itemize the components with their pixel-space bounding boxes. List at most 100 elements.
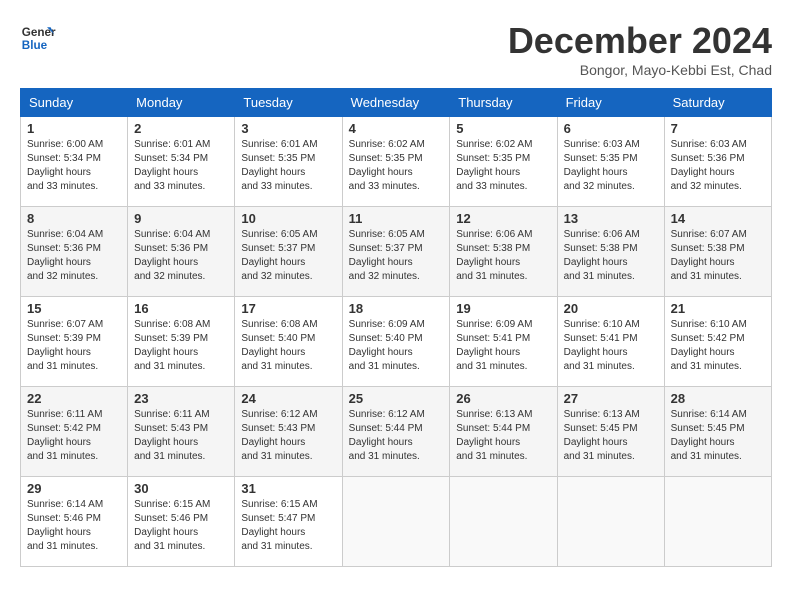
day-info: Sunrise: 6:12 AM Sunset: 5:43 PM Dayligh… xyxy=(241,408,335,464)
calendar-cell: 27 Sunrise: 6:13 AM Sunset: 5:45 PM Dayl… xyxy=(557,387,664,477)
day-number: 13 xyxy=(564,211,658,226)
header-monday: Monday xyxy=(128,89,235,117)
calendar-cell: 7 Sunrise: 6:03 AM Sunset: 5:36 PM Dayli… xyxy=(664,117,771,207)
day-info: Sunrise: 6:15 AM Sunset: 5:46 PM Dayligh… xyxy=(134,498,228,554)
day-number: 8 xyxy=(27,211,121,226)
day-number: 10 xyxy=(241,211,335,226)
day-info: Sunrise: 6:09 AM Sunset: 5:41 PM Dayligh… xyxy=(456,318,550,374)
day-info: Sunrise: 6:13 AM Sunset: 5:45 PM Dayligh… xyxy=(564,408,658,464)
calendar-cell: 2 Sunrise: 6:01 AM Sunset: 5:34 PM Dayli… xyxy=(128,117,235,207)
header-friday: Friday xyxy=(557,89,664,117)
day-number: 23 xyxy=(134,391,228,406)
day-info: Sunrise: 6:11 AM Sunset: 5:42 PM Dayligh… xyxy=(27,408,121,464)
calendar-week-1: 1 Sunrise: 6:00 AM Sunset: 5:34 PM Dayli… xyxy=(21,117,772,207)
location-title: Bongor, Mayo-Kebbi Est, Chad xyxy=(508,62,772,78)
calendar-cell: 26 Sunrise: 6:13 AM Sunset: 5:44 PM Dayl… xyxy=(450,387,557,477)
calendar-cell xyxy=(342,477,450,567)
calendar-cell xyxy=(450,477,557,567)
day-info: Sunrise: 6:02 AM Sunset: 5:35 PM Dayligh… xyxy=(456,138,550,194)
day-number: 29 xyxy=(27,481,121,496)
day-info: Sunrise: 6:14 AM Sunset: 5:46 PM Dayligh… xyxy=(27,498,121,554)
day-number: 27 xyxy=(564,391,658,406)
calendar-cell: 3 Sunrise: 6:01 AM Sunset: 5:35 PM Dayli… xyxy=(235,117,342,207)
calendar-week-3: 15 Sunrise: 6:07 AM Sunset: 5:39 PM Dayl… xyxy=(21,297,772,387)
calendar-cell: 5 Sunrise: 6:02 AM Sunset: 5:35 PM Dayli… xyxy=(450,117,557,207)
logo: General Blue xyxy=(20,20,56,56)
calendar-table: SundayMondayTuesdayWednesdayThursdayFrid… xyxy=(20,88,772,567)
day-number: 24 xyxy=(241,391,335,406)
calendar-cell: 4 Sunrise: 6:02 AM Sunset: 5:35 PM Dayli… xyxy=(342,117,450,207)
calendar-cell: 21 Sunrise: 6:10 AM Sunset: 5:42 PM Dayl… xyxy=(664,297,771,387)
logo-icon: General Blue xyxy=(20,20,56,56)
day-number: 28 xyxy=(671,391,765,406)
calendar-cell: 9 Sunrise: 6:04 AM Sunset: 5:36 PM Dayli… xyxy=(128,207,235,297)
day-number: 15 xyxy=(27,301,121,316)
header-saturday: Saturday xyxy=(664,89,771,117)
day-number: 22 xyxy=(27,391,121,406)
day-info: Sunrise: 6:08 AM Sunset: 5:39 PM Dayligh… xyxy=(134,318,228,374)
day-number: 26 xyxy=(456,391,550,406)
day-number: 21 xyxy=(671,301,765,316)
day-number: 1 xyxy=(27,121,121,136)
calendar-cell: 19 Sunrise: 6:09 AM Sunset: 5:41 PM Dayl… xyxy=(450,297,557,387)
day-info: Sunrise: 6:09 AM Sunset: 5:40 PM Dayligh… xyxy=(349,318,444,374)
day-number: 7 xyxy=(671,121,765,136)
calendar-cell: 11 Sunrise: 6:05 AM Sunset: 5:37 PM Dayl… xyxy=(342,207,450,297)
day-info: Sunrise: 6:03 AM Sunset: 5:35 PM Dayligh… xyxy=(564,138,658,194)
calendar-cell: 20 Sunrise: 6:10 AM Sunset: 5:41 PM Dayl… xyxy=(557,297,664,387)
day-number: 31 xyxy=(241,481,335,496)
day-info: Sunrise: 6:13 AM Sunset: 5:44 PM Dayligh… xyxy=(456,408,550,464)
day-number: 4 xyxy=(349,121,444,136)
calendar-header-row: SundayMondayTuesdayWednesdayThursdayFrid… xyxy=(21,89,772,117)
day-info: Sunrise: 6:03 AM Sunset: 5:36 PM Dayligh… xyxy=(671,138,765,194)
calendar-cell: 18 Sunrise: 6:09 AM Sunset: 5:40 PM Dayl… xyxy=(342,297,450,387)
day-number: 2 xyxy=(134,121,228,136)
calendar-cell: 13 Sunrise: 6:06 AM Sunset: 5:38 PM Dayl… xyxy=(557,207,664,297)
day-number: 16 xyxy=(134,301,228,316)
calendar-cell: 16 Sunrise: 6:08 AM Sunset: 5:39 PM Dayl… xyxy=(128,297,235,387)
day-number: 5 xyxy=(456,121,550,136)
calendar-cell: 6 Sunrise: 6:03 AM Sunset: 5:35 PM Dayli… xyxy=(557,117,664,207)
day-info: Sunrise: 6:02 AM Sunset: 5:35 PM Dayligh… xyxy=(349,138,444,194)
calendar-cell: 14 Sunrise: 6:07 AM Sunset: 5:38 PM Dayl… xyxy=(664,207,771,297)
day-info: Sunrise: 6:07 AM Sunset: 5:38 PM Dayligh… xyxy=(671,228,765,284)
day-info: Sunrise: 6:00 AM Sunset: 5:34 PM Dayligh… xyxy=(27,138,121,194)
day-number: 17 xyxy=(241,301,335,316)
day-number: 18 xyxy=(349,301,444,316)
calendar-week-4: 22 Sunrise: 6:11 AM Sunset: 5:42 PM Dayl… xyxy=(21,387,772,477)
svg-text:Blue: Blue xyxy=(22,39,48,52)
page-header: General Blue December 2024 Bongor, Mayo-… xyxy=(20,20,772,78)
day-info: Sunrise: 6:10 AM Sunset: 5:42 PM Dayligh… xyxy=(671,318,765,374)
day-info: Sunrise: 6:06 AM Sunset: 5:38 PM Dayligh… xyxy=(564,228,658,284)
day-number: 20 xyxy=(564,301,658,316)
day-number: 9 xyxy=(134,211,228,226)
calendar-cell: 10 Sunrise: 6:05 AM Sunset: 5:37 PM Dayl… xyxy=(235,207,342,297)
header-wednesday: Wednesday xyxy=(342,89,450,117)
day-number: 14 xyxy=(671,211,765,226)
day-number: 11 xyxy=(349,211,444,226)
day-number: 19 xyxy=(456,301,550,316)
day-info: Sunrise: 6:05 AM Sunset: 5:37 PM Dayligh… xyxy=(241,228,335,284)
day-info: Sunrise: 6:12 AM Sunset: 5:44 PM Dayligh… xyxy=(349,408,444,464)
calendar-cell: 31 Sunrise: 6:15 AM Sunset: 5:47 PM Dayl… xyxy=(235,477,342,567)
calendar-week-2: 8 Sunrise: 6:04 AM Sunset: 5:36 PM Dayli… xyxy=(21,207,772,297)
day-info: Sunrise: 6:07 AM Sunset: 5:39 PM Dayligh… xyxy=(27,318,121,374)
day-info: Sunrise: 6:04 AM Sunset: 5:36 PM Dayligh… xyxy=(134,228,228,284)
day-info: Sunrise: 6:04 AM Sunset: 5:36 PM Dayligh… xyxy=(27,228,121,284)
calendar-cell: 28 Sunrise: 6:14 AM Sunset: 5:45 PM Dayl… xyxy=(664,387,771,477)
calendar-cell: 12 Sunrise: 6:06 AM Sunset: 5:38 PM Dayl… xyxy=(450,207,557,297)
day-info: Sunrise: 6:11 AM Sunset: 5:43 PM Dayligh… xyxy=(134,408,228,464)
calendar-cell: 25 Sunrise: 6:12 AM Sunset: 5:44 PM Dayl… xyxy=(342,387,450,477)
day-info: Sunrise: 6:06 AM Sunset: 5:38 PM Dayligh… xyxy=(456,228,550,284)
day-info: Sunrise: 6:01 AM Sunset: 5:35 PM Dayligh… xyxy=(241,138,335,194)
header-thursday: Thursday xyxy=(450,89,557,117)
calendar-cell: 8 Sunrise: 6:04 AM Sunset: 5:36 PM Dayli… xyxy=(21,207,128,297)
day-info: Sunrise: 6:08 AM Sunset: 5:40 PM Dayligh… xyxy=(241,318,335,374)
calendar-cell: 23 Sunrise: 6:11 AM Sunset: 5:43 PM Dayl… xyxy=(128,387,235,477)
calendar-cell: 22 Sunrise: 6:11 AM Sunset: 5:42 PM Dayl… xyxy=(21,387,128,477)
day-info: Sunrise: 6:15 AM Sunset: 5:47 PM Dayligh… xyxy=(241,498,335,554)
calendar-cell: 15 Sunrise: 6:07 AM Sunset: 5:39 PM Dayl… xyxy=(21,297,128,387)
day-number: 6 xyxy=(564,121,658,136)
calendar-cell: 30 Sunrise: 6:15 AM Sunset: 5:46 PM Dayl… xyxy=(128,477,235,567)
calendar-cell: 29 Sunrise: 6:14 AM Sunset: 5:46 PM Dayl… xyxy=(21,477,128,567)
